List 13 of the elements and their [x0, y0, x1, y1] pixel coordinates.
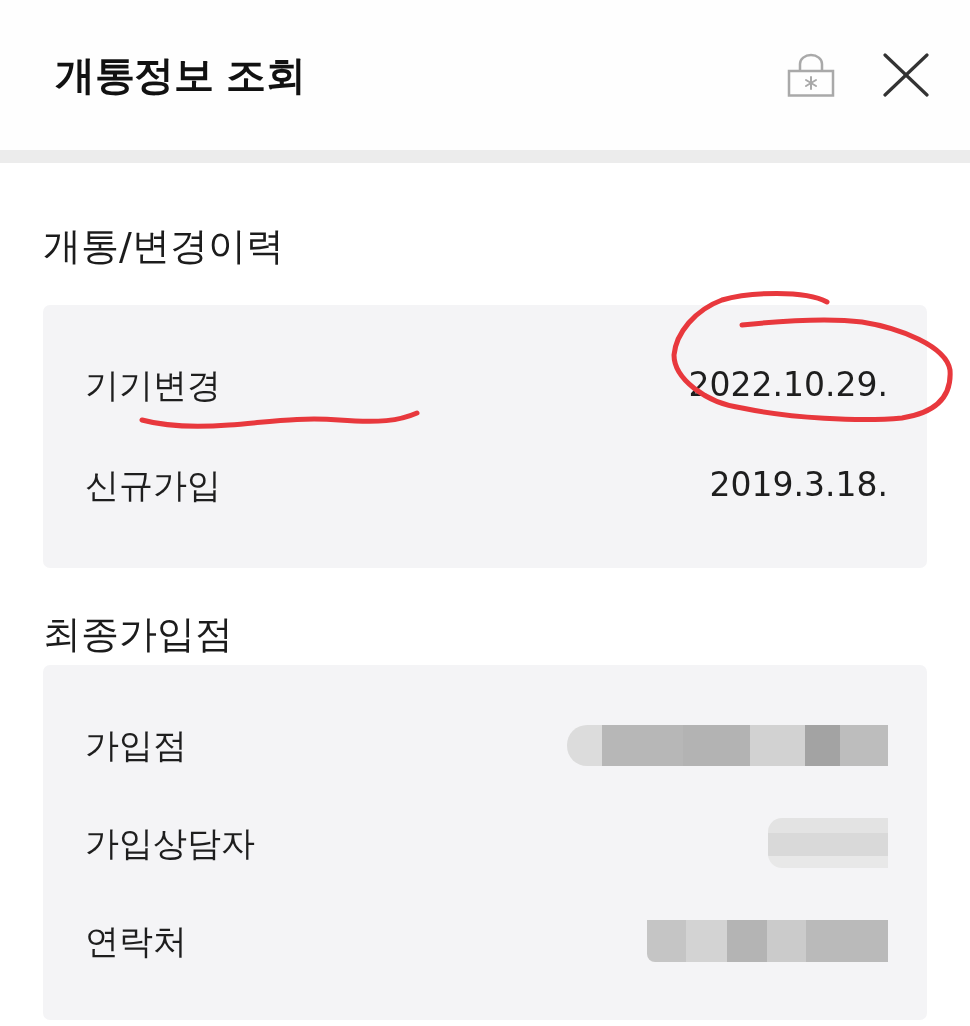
close-button[interactable] — [882, 53, 930, 97]
row-label: 기기변경 — [85, 364, 221, 406]
row-label: 연락처 — [85, 920, 187, 962]
section-title: 개통/변경이력 — [43, 224, 284, 268]
row-label: 신규가입 — [85, 464, 221, 506]
section-title: 최종가입점 — [43, 612, 233, 656]
row-value: 2019.3.18. — [709, 464, 888, 506]
page-title: 개통정보 조회 — [55, 51, 306, 99]
close-icon — [882, 53, 930, 97]
row-label: 가입상담자 — [85, 822, 255, 864]
row-label: 가입점 — [85, 724, 187, 766]
row-value: 2022.10.29. — [688, 364, 888, 406]
lock-icon — [787, 53, 835, 97]
